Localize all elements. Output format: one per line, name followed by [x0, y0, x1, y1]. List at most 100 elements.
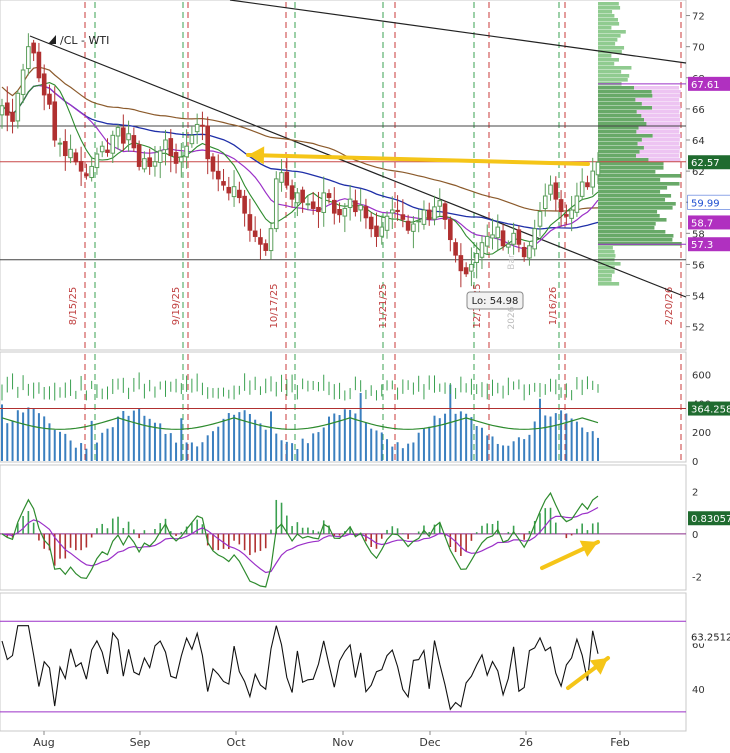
volume-profile-bar [598, 182, 680, 186]
candle-body [337, 208, 342, 216]
candle-body [173, 152, 179, 164]
candle-body [215, 170, 221, 180]
candle-body [432, 206, 437, 220]
candle-body [416, 220, 421, 223]
low-label: Lo: 54.98 [472, 296, 519, 307]
volume-tick-label: 0 [692, 457, 698, 468]
price-tick-label: 66 [692, 105, 705, 116]
rsi-tick-label: 40 [692, 685, 705, 696]
volume-profile-bar [598, 130, 637, 134]
price-tick-label: 54 [692, 292, 705, 303]
value-area-fill [652, 106, 681, 110]
volume-profile-bar [598, 138, 642, 142]
event-date-label: 8/15/25 [68, 287, 79, 326]
candle-body [168, 138, 174, 157]
volume-profile-bar [598, 10, 613, 14]
candle-body [73, 152, 79, 163]
event-date-label: 11/21/25 [378, 284, 389, 329]
volume-profile-bar [598, 190, 661, 194]
volume-profile-bar [598, 250, 615, 254]
candle-body [26, 46, 31, 70]
volume-profile-bar [598, 2, 619, 6]
volume-profile-bar [598, 14, 615, 18]
volume-profile-bar [598, 194, 672, 198]
candle-body [527, 245, 532, 259]
event-date-label: 10/17/25 [269, 284, 280, 329]
macd-tick-label: -2 [692, 572, 702, 583]
price-tick-label: 70 [692, 43, 705, 54]
volume-profile-bar [598, 38, 618, 42]
volume-profile-bar [598, 174, 681, 178]
volume-profile-bar [598, 78, 628, 82]
value-area-fill [646, 122, 681, 126]
volume-profile-bar [598, 246, 613, 250]
candle-body [484, 235, 490, 247]
value-area-fill [641, 114, 680, 118]
candle-body [553, 182, 559, 200]
price-tick-label: 64 [692, 136, 705, 147]
value-area-fill [651, 90, 681, 94]
value-area-fill [641, 102, 680, 106]
volume-profile-bar [598, 18, 618, 22]
price-tick-label: 56 [692, 260, 705, 271]
value-area-fill [638, 126, 680, 130]
candle-body [78, 160, 84, 172]
candle-body [31, 42, 36, 54]
candle-body [62, 141, 68, 157]
candle-body [126, 133, 131, 141]
candle-body [421, 209, 427, 225]
value-area-fill [652, 134, 681, 138]
candle-body [205, 125, 210, 160]
candle-body [316, 206, 321, 213]
candle-body [121, 127, 126, 144]
candle-body [342, 207, 348, 217]
volume-profile-bar [598, 154, 637, 158]
candle-body [231, 186, 237, 198]
candle-body [57, 142, 63, 145]
volume-profile-bar [598, 126, 639, 130]
candle-body [284, 171, 290, 186]
volume-profile-bar [598, 210, 658, 214]
event-date-label: 9/19/25 [171, 287, 182, 326]
macd-value-tag: 0.83057 [691, 514, 730, 525]
level-tag: 62.57 [691, 158, 720, 169]
candle-body [10, 111, 15, 122]
candle-body [147, 157, 152, 167]
month-label: Dec [419, 736, 440, 749]
candle-body [268, 228, 274, 252]
candle-body [490, 234, 495, 239]
value-area-fill [641, 138, 680, 142]
chart-canvas[interactable]: 8/15/259/19/2510/17/2511/21/2512/19/251/… [0, 0, 730, 753]
volume-profile-bar [598, 58, 619, 62]
candle-body [331, 199, 337, 214]
month-label: Feb [610, 736, 629, 749]
candle-body [289, 185, 295, 200]
candle-body [469, 263, 474, 272]
candle-body [84, 173, 89, 177]
value-area-fill [636, 154, 680, 158]
candle-body [110, 134, 116, 154]
rsi-value-tag: 63.2512 [691, 633, 730, 644]
value-area-fill [639, 150, 680, 154]
candle-body [463, 267, 469, 275]
candle-body [273, 178, 279, 230]
volume-profile-bar [598, 226, 655, 230]
candle-body [564, 214, 569, 217]
candle-body [426, 209, 432, 220]
price-panel[interactable] [0, 0, 687, 351]
volume-profile-bar [598, 122, 647, 126]
volume-profile-bar [598, 230, 666, 234]
candle-body [548, 184, 553, 195]
candle-body [437, 200, 443, 207]
volume-profile-bar [598, 278, 612, 282]
candle-body [495, 226, 501, 239]
candle-body [506, 243, 511, 248]
candle-body [105, 149, 110, 153]
candle-body [0, 105, 5, 116]
candle-body [210, 156, 216, 172]
bar-marker: Bar [507, 254, 517, 270]
volume-profile-bar [598, 158, 649, 162]
candle-body [405, 220, 411, 231]
volume-profile-bar [598, 114, 642, 118]
volume-profile-bar [598, 102, 642, 106]
